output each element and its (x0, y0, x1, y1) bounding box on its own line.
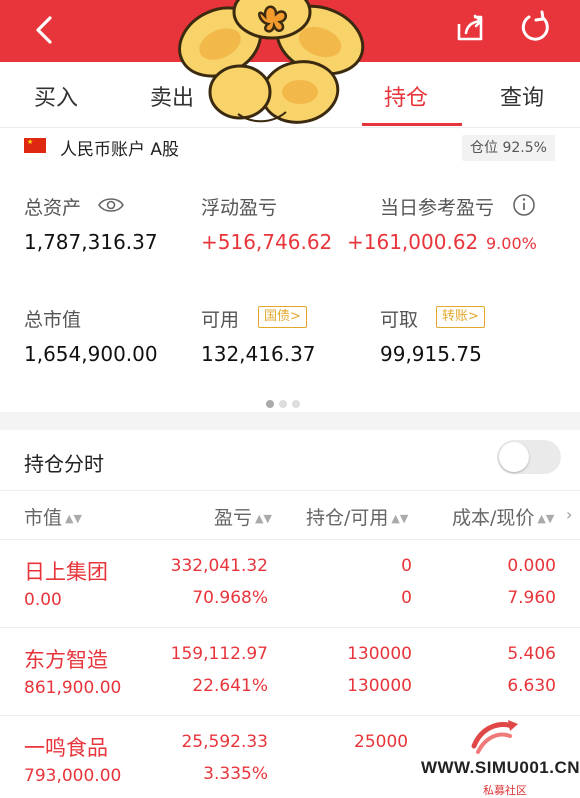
page-dot (292, 400, 300, 408)
stock-holding: 0 (401, 556, 412, 576)
available-value: 132,416.37 (201, 342, 316, 366)
page-dot (279, 400, 287, 408)
total-assets-label: 总资产 (24, 197, 82, 219)
stock-cost: 5.406 (507, 644, 556, 664)
col-pl[interactable]: 盈亏 ▲▼ (214, 503, 272, 530)
sort-icon: ▲▼ (65, 512, 82, 525)
tab-holdings[interactable]: 持仓 (384, 80, 428, 112)
info-icon[interactable] (512, 193, 536, 217)
flower-sticker (178, 0, 365, 124)
market-value-label: 总市值 (24, 309, 82, 331)
refresh-icon[interactable] (516, 8, 554, 46)
withdrawable-label: 可取 (380, 309, 419, 331)
watermark: WWW.SIMU001.CN 私募社区 (400, 712, 580, 798)
stock-name: 东方智造 (24, 648, 108, 672)
transfer-tag[interactable]: 转账> (436, 306, 485, 328)
stock-pl-percent: 70.968% (192, 588, 268, 608)
toggle-knob (499, 442, 529, 472)
watermark-logo-icon (471, 720, 518, 754)
stock-pl: 332,041.32 (170, 556, 268, 576)
col-market-value[interactable]: 市值 ▲▼ (24, 503, 82, 530)
account-label[interactable]: 人民币账户 A股 (60, 135, 179, 160)
stock-market-value: 861,900.00 (24, 678, 122, 698)
tab-query[interactable]: 查询 (500, 80, 544, 112)
stock-name: 一鸣食品 (24, 736, 108, 760)
col-market-value-label: 市值 (24, 507, 63, 529)
holding-row[interactable]: 东方智造 861,900.00 159,112.97 22.641% 13000… (0, 628, 580, 716)
stock-market-value: 0.00 (24, 590, 62, 610)
col-pl-label: 盈亏 (214, 507, 253, 529)
stock-pl-percent: 3.335% (203, 764, 268, 784)
stock-market-value: 793,000.00 (24, 766, 122, 786)
available-label: 可用 (201, 309, 240, 331)
share-icon[interactable] (452, 10, 488, 46)
stock-pl-percent: 22.641% (192, 676, 268, 696)
floating-pl-value: +516,746.62 (201, 230, 333, 254)
stock-pl: 25,592.33 (181, 732, 268, 752)
stock-holding: 130000 (347, 644, 412, 664)
holding-split-toggle[interactable] (497, 440, 561, 474)
stock-available: 130000 (347, 676, 412, 696)
stock-price: 6.630 (507, 676, 556, 696)
scroll-right-icon[interactable]: › (566, 505, 572, 524)
page-indicator (266, 393, 305, 412)
stock-name: 日上集团 (24, 560, 108, 584)
stock-price: 7.960 (507, 588, 556, 608)
watermark-text: WWW.SIMU001.CN (400, 758, 580, 778)
today-pl-percent: 9.00% (486, 234, 537, 253)
sort-icon: ▲▼ (255, 512, 272, 525)
position-ratio-badge: 仓位 92.5% (462, 135, 555, 161)
back-icon[interactable] (30, 12, 62, 48)
stock-pl: 159,112.97 (170, 644, 268, 664)
sort-icon: ▲▼ (537, 512, 555, 525)
holding-split-label: 持仓分时 (24, 452, 104, 476)
sort-icon: ▲▼ (391, 512, 409, 525)
total-assets-value: 1,787,316.37 (24, 230, 158, 254)
page-dot (266, 400, 274, 408)
watermark-subtext: 私募社区 (460, 782, 550, 798)
treasury-bond-tag[interactable]: 国债> (258, 306, 307, 328)
today-pl-label: 当日参考盈亏 (380, 197, 495, 219)
col-cost-label: 成本/现价 (452, 507, 535, 529)
china-flag-icon: ★ (24, 138, 46, 153)
tab-buy[interactable]: 买入 (34, 80, 78, 112)
withdrawable-value: 99,915.75 (380, 342, 482, 366)
col-holding-label: 持仓/可用 (306, 507, 389, 529)
today-pl-value: +161,000.62 (347, 230, 479, 254)
account-row: ★ 人民币账户 A股 仓位 92.5% (0, 128, 580, 168)
floating-pl-label: 浮动盈亏 (201, 197, 278, 219)
col-holding[interactable]: 持仓/可用 ▲▼ (306, 503, 408, 530)
section-divider (0, 412, 580, 430)
market-value-value: 1,654,900.00 (24, 342, 158, 366)
holding-row[interactable]: 日上集团 0.00 332,041.32 70.968% 0 0 0.000 7… (0, 540, 580, 628)
stock-available: 0 (401, 588, 412, 608)
holdings-column-header: 市值 ▲▼ 盈亏 ▲▼ 持仓/可用 ▲▼ 成本/现价 ▲▼ › (0, 490, 580, 540)
col-cost[interactable]: 成本/现价 ▲▼ (452, 503, 554, 530)
stock-cost: 0.000 (507, 556, 556, 576)
eye-icon[interactable] (98, 196, 124, 214)
